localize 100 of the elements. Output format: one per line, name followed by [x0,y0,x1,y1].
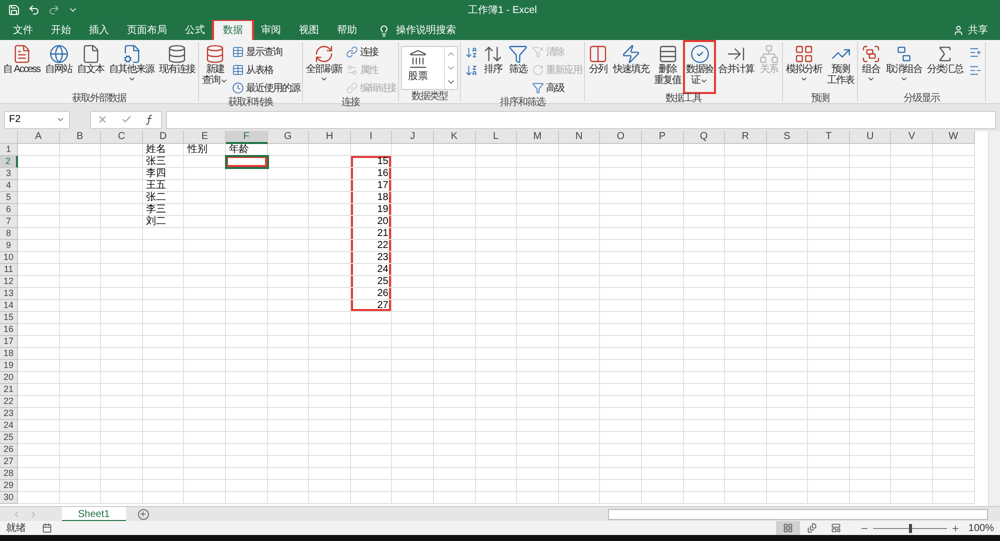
ribbon-button[interactable]: 分列 [587,42,610,92]
column-header[interactable]: O [600,131,642,144]
row-header[interactable]: 30 [0,492,18,504]
row-header[interactable]: 6 [0,204,18,216]
row-header[interactable]: 25 [0,432,18,444]
ribbon-tab[interactable]: 文件 [4,21,42,40]
row-header[interactable]: 23 [0,408,18,420]
column-header[interactable]: C [101,131,143,144]
table-cell[interactable]: 22 [350,240,392,252]
table-cell[interactable]: 16 [350,168,392,180]
table-cell[interactable]: 张二 [142,192,184,204]
name-box[interactable]: F2 [4,110,70,128]
column-header[interactable]: M [517,131,559,144]
ribbon-button[interactable]: 新建 查询 [201,42,230,92]
table-cell[interactable]: 张三 [142,156,184,168]
zoom-percent[interactable]: 100% [968,520,994,536]
row-header[interactable]: 21 [0,384,18,396]
ribbon-button[interactable]: 现有连接 [158,42,196,92]
table-cell[interactable]: 24 [350,264,392,276]
ribbon-small-button[interactable]: 从表格 [232,62,300,78]
column-header[interactable]: D [142,131,184,144]
ribbon-button[interactable]: 自其他来源 [108,42,156,92]
row-header[interactable]: 11 [0,264,18,276]
cancel-icon[interactable] [97,114,108,125]
table-cell[interactable]: 李四 [142,168,184,180]
macro-record-icon[interactable] [42,523,52,533]
function-icon[interactable] [144,114,155,125]
table-cell[interactable]: 18 [350,192,392,204]
ribbon-tab[interactable]: 帮助 [328,21,366,40]
ribbon-button[interactable]: 排序 [482,42,504,92]
row-header[interactable]: 20 [0,372,18,384]
enter-icon[interactable] [120,114,132,125]
table-cell[interactable]: 年龄 [226,144,268,156]
ribbon-tab[interactable]: 审阅 [252,21,290,40]
column-header[interactable]: G [268,131,310,144]
sheet-tab[interactable]: Sheet1 [62,506,126,522]
table-cell[interactable]: 20 [350,216,392,228]
ribbon-button[interactable]: 筛选 [507,42,530,92]
column-header[interactable]: J [392,131,434,144]
ribbon-button[interactable]: 自网站 [44,42,74,92]
row-header[interactable]: 17 [0,336,18,348]
row-header[interactable]: 2 [0,156,18,168]
ribbon-tab[interactable]: 视图 [290,21,328,40]
column-header[interactable]: A [18,131,60,144]
table-cell[interactable]: 27 [350,300,392,312]
ribbon-button[interactable]: 模拟分析 [785,42,824,92]
horizontal-scrollbar[interactable] [608,508,988,520]
column-header[interactable]: I [350,131,392,144]
column-header[interactable]: P [642,131,684,144]
row-header[interactable]: 18 [0,348,18,360]
row-header[interactable]: 26 [0,444,18,456]
view-button[interactable] [776,521,800,535]
ribbon-button[interactable]: 数据验 证 [685,42,714,92]
ribbon-small-button[interactable]: 连接 [346,44,396,60]
ribbon-tab[interactable]: 开始 [42,21,80,40]
column-header[interactable]: W [933,131,975,144]
column-header[interactable]: F [226,131,268,144]
row-header[interactable]: 7 [0,216,18,228]
table-cell[interactable]: 李三 [142,204,184,216]
table-cell[interactable]: 姓名 [142,144,184,156]
scroll-left-icon[interactable] [12,510,21,518]
column-header[interactable]: N [558,131,600,144]
ribbon-tab[interactable]: 页面布局 [118,21,176,40]
row-header[interactable]: 22 [0,396,18,408]
column-header[interactable]: B [60,131,102,144]
ribbon-button[interactable]: 自文本 [76,42,106,92]
row-header[interactable]: 19 [0,360,18,372]
ribbon-tab[interactable]: 公式 [176,21,214,40]
column-header[interactable]: U [850,131,892,144]
row-header[interactable]: 15 [0,312,18,324]
column-header[interactable]: K [434,131,476,144]
column-header[interactable]: R [725,131,767,144]
row-header[interactable]: 24 [0,420,18,432]
tell-me-search[interactable]: 操作说明搜索 [378,21,456,40]
row-header[interactable]: 27 [0,456,18,468]
column-header[interactable]: S [766,131,808,144]
zoom-in-icon[interactable] [951,524,960,532]
table-cell[interactable]: 王五 [142,180,184,192]
table-cell[interactable]: 26 [350,288,392,300]
undo-icon[interactable] [28,4,40,16]
ribbon-button[interactable]: 快速填充 [612,42,650,92]
table-cell[interactable]: 17 [350,180,392,192]
table-cell[interactable]: 25 [350,276,392,288]
row-header[interactable]: 10 [0,252,18,264]
vertical-scrollbar[interactable] [988,131,1000,506]
save-icon[interactable] [8,4,20,16]
row-header[interactable]: 3 [0,168,18,180]
table-cell[interactable]: 性别 [184,144,226,156]
scroll-right-icon[interactable] [29,510,38,518]
row-header[interactable]: 8 [0,228,18,240]
ribbon-button[interactable]: 合并计算 [717,42,756,92]
zoom-thumb[interactable] [909,524,912,532]
table-cell[interactable]: 21 [350,228,392,240]
ribbon-small-button[interactable]: 显示查询 [232,44,300,60]
table-cell[interactable]: 15 [350,156,392,168]
ribbon-small-button[interactable]: 高级 [532,80,582,96]
ribbon-button[interactable]: 分类汇总 [926,42,964,92]
row-header[interactable]: 13 [0,288,18,300]
row-header[interactable]: 28 [0,468,18,480]
ribbon-button[interactable]: 全部刷新 [305,42,344,92]
